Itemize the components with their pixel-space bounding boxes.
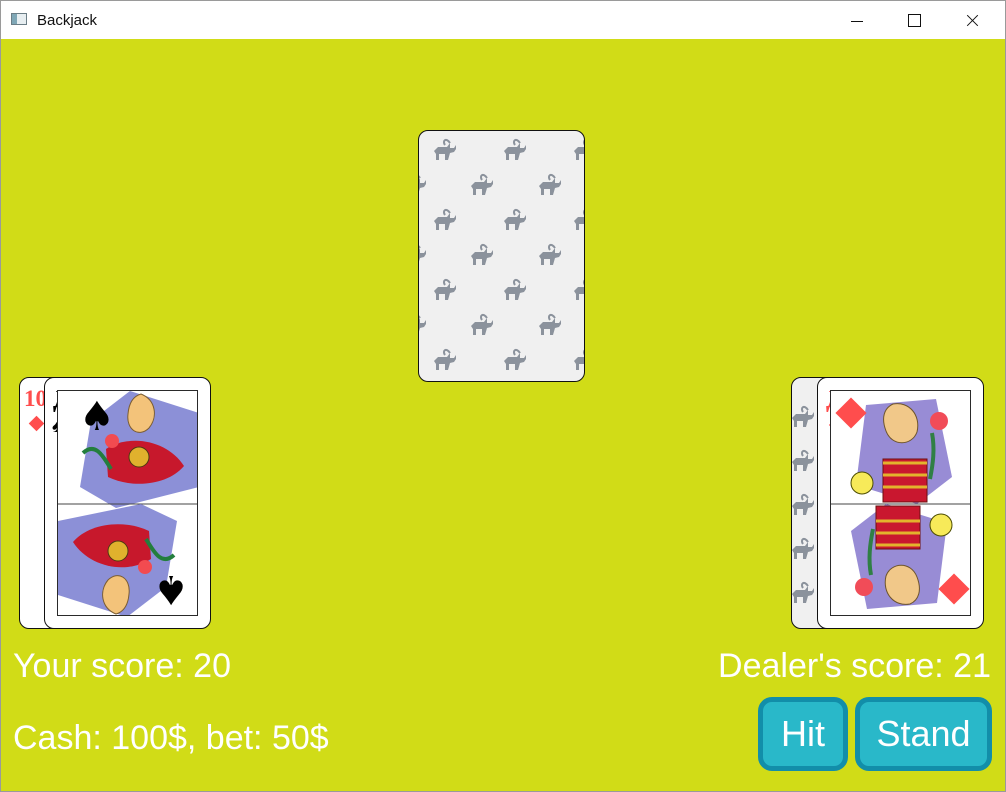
dealer-card-queen-diamonds: Д — [817, 377, 984, 629]
game-window: Backjack 10 ♠ ♠ ♠ Your score: 20 Dealer'… — [0, 0, 1006, 792]
cash-bet-label: Cash: 100$, bet: 50$ — [13, 719, 329, 757]
svg-text:♠: ♠ — [153, 566, 189, 612]
dealer-score-label: Dealer's score: 21 — [718, 647, 991, 685]
minimize-button[interactable] — [827, 1, 887, 39]
title-bar: Backjack — [1, 1, 1005, 39]
queen-diamonds-face — [830, 390, 971, 616]
queen-portrait: ♠ ♠ — [58, 391, 197, 615]
window-title: Backjack — [37, 12, 98, 29]
diamond-icon — [28, 415, 45, 432]
minimize-icon — [851, 21, 863, 22]
game-table: 10 Д ♠ — [1, 39, 1005, 791]
stand-button[interactable]: Stand — [855, 697, 992, 771]
maximize-button[interactable] — [885, 1, 945, 39]
svg-text:♠: ♠ — [79, 394, 115, 440]
dealer-card-back — [418, 130, 585, 382]
queen-spades-face: ♠ ♠ — [57, 390, 198, 616]
close-button[interactable] — [943, 1, 1003, 39]
maximize-icon — [908, 14, 921, 27]
your-score-label: Your score: 20 — [13, 647, 231, 685]
queen-portrait-diamonds — [831, 391, 970, 615]
card-back-pattern — [419, 138, 584, 371]
hit-button[interactable]: Hit — [758, 697, 848, 771]
app-icon — [11, 13, 27, 25]
player-card-queen-spades: Д ♠ — [44, 377, 211, 629]
